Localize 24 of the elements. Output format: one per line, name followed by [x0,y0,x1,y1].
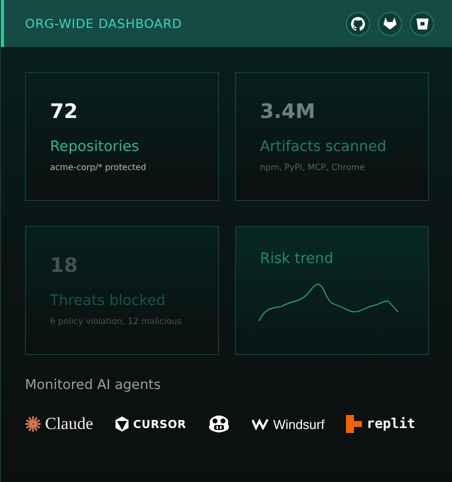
dashboard-title: ORG-WIDE DASHBOARD [25,16,184,31]
stat-note: npm, PyPI, MCP, Chrome [260,163,365,173]
agent-name: replit [366,416,416,432]
stat-value: 18 [50,253,78,277]
stat-value: 72 [50,99,78,123]
github-icon[interactable] [346,12,370,36]
stat-label: Artifacts scanned [260,139,386,155]
starburst-icon [25,416,41,432]
agent-name: Windsurf [273,416,324,432]
fox-icon[interactable] [378,12,402,36]
trend-title: Risk trend [260,251,334,267]
blocks-icon [346,415,362,433]
agent-name: CURSOR [133,418,186,430]
stat-note: 6 policy violation, 12 malicious [50,317,182,327]
robot-icon [208,415,230,433]
section-title: Monitored AI agents [25,377,162,393]
stat-label: Threats blocked [50,293,166,309]
stat-note: acme-corp/* protected [50,163,146,173]
wave-icon [252,418,270,430]
bucket-icon[interactable] [410,12,434,36]
agent-name: Claude [45,414,94,434]
cube-icon [115,416,130,432]
stat-value: 3.4M [260,99,316,123]
stat-label: Repositories [50,139,140,155]
